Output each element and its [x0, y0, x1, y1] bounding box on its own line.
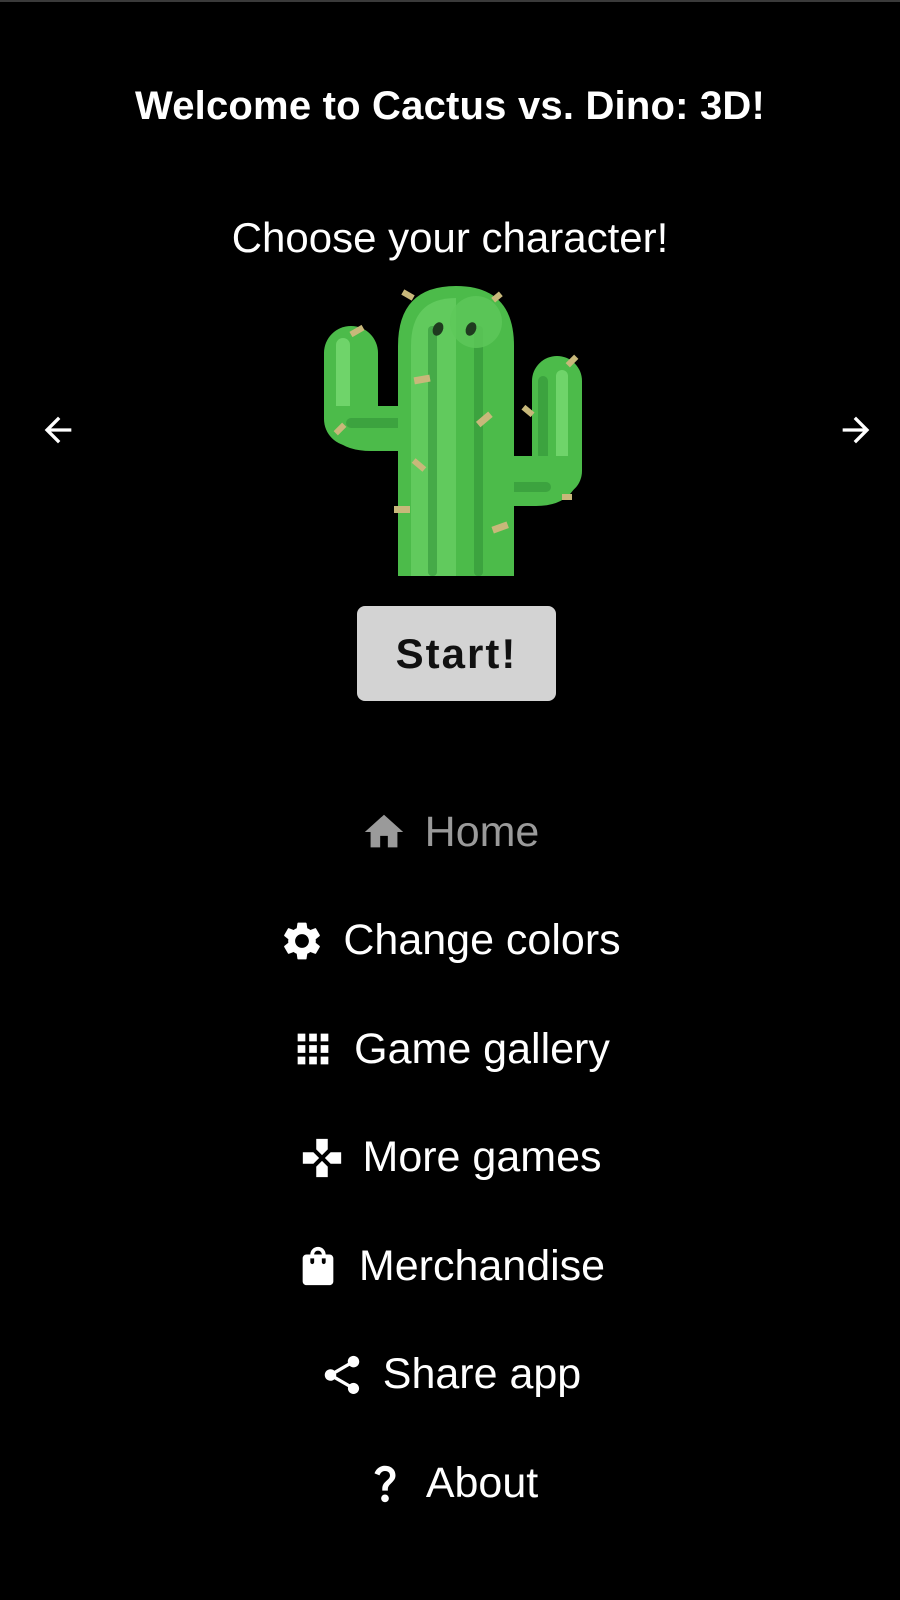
menu-item-label: More games [362, 1133, 602, 1182]
menu-item-label: Home [424, 807, 540, 856]
menu-item-label: Change colors [343, 916, 621, 965]
gear-icon [279, 918, 325, 964]
main-menu: Home Change colors Game gallery More gam… [0, 778, 900, 1538]
menu-item-change-colors[interactable]: Change colors [0, 887, 900, 996]
menu-item-label: About [425, 1458, 539, 1507]
question-icon [362, 1460, 408, 1506]
menu-item-home[interactable]: Home [0, 778, 900, 887]
menu-item-about[interactable]: About [0, 1429, 900, 1538]
previous-character-button[interactable] [28, 400, 88, 460]
menu-item-share-app[interactable]: Share app [0, 1321, 900, 1430]
home-icon [361, 809, 407, 855]
menu-item-more-games[interactable]: More games [0, 1104, 900, 1213]
page-title: Welcome to Cactus vs. Dino: 3D! [134, 84, 766, 128]
share-icon [319, 1352, 365, 1398]
character-preview [316, 286, 596, 576]
cactus-icon [324, 286, 582, 576]
shopping-bag-icon [295, 1243, 341, 1289]
next-character-button[interactable] [826, 400, 886, 460]
top-divider [0, 0, 900, 2]
arrow-right-icon [842, 416, 870, 444]
start-button[interactable]: Start! [357, 606, 556, 701]
menu-item-label: Game gallery [354, 1024, 610, 1073]
character-prompt: Choose your character! [231, 214, 669, 261]
menu-item-merchandise[interactable]: Merchandise [0, 1212, 900, 1321]
arrow-left-icon [44, 416, 72, 444]
menu-item-label: Merchandise [358, 1241, 606, 1290]
menu-item-label: Share app [382, 1350, 582, 1399]
grid-icon [290, 1026, 336, 1072]
menu-item-game-gallery[interactable]: Game gallery [0, 995, 900, 1104]
gamepad-icon [299, 1135, 345, 1181]
